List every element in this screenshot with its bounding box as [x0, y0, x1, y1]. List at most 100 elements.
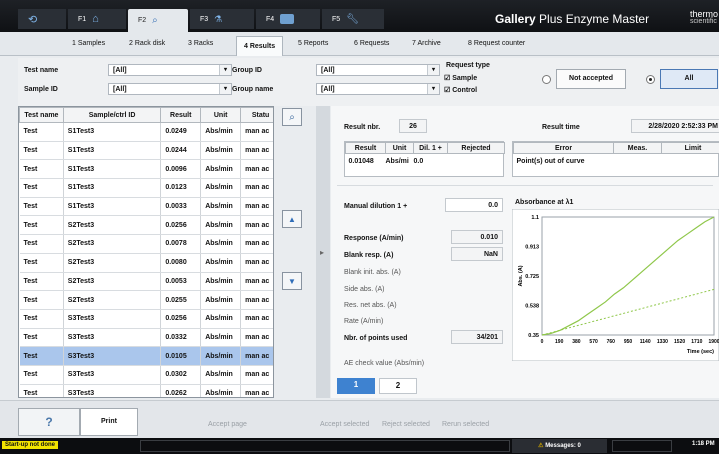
reject-selected-button[interactable]: Reject selected	[382, 421, 430, 428]
refresh-button[interactable]: ⟲	[18, 9, 66, 29]
table-cell: S3Test3	[63, 384, 162, 397]
table-row[interactable]: Test S2Test3 0.0255 Abs/min man ac	[19, 290, 273, 310]
table-row[interactable]: Test S1Test3 0.0249 Abs/min man ac	[19, 122, 273, 142]
search-icon[interactable]: ⌕	[282, 108, 302, 126]
x-tick-label: 380	[572, 339, 581, 345]
tab-bar: 1 Samples 2 Rack disk 3 Racks 4 Results …	[0, 32, 719, 56]
messages-button[interactable]: ⚠ Messages: 0	[512, 439, 607, 453]
chevron-down-icon: ▾	[427, 84, 439, 94]
table-cell: Abs/min	[200, 365, 242, 385]
error-meas	[614, 154, 662, 170]
f4-monitor-button[interactable]: F4	[256, 9, 320, 29]
column-header[interactable]: Result	[160, 107, 202, 123]
table-row[interactable]: Test S2Test3 0.0078 Abs/min man ac	[19, 234, 273, 254]
tab-archive[interactable]: 7 Archive	[412, 40, 441, 47]
app-title: Gallery Plus Enzyme Master	[495, 12, 650, 26]
sample-checkbox[interactable]: ☑ Sample	[444, 74, 477, 82]
f3-rack-button[interactable]: F3 ⚗	[190, 9, 254, 29]
x-tick-label: 0	[541, 339, 544, 345]
page-1-button[interactable]: 1	[337, 378, 375, 394]
table-cell: Abs/min	[200, 384, 242, 397]
table-row[interactable]: Test S1Test3 0.0123 Abs/min man ac	[19, 178, 273, 198]
blank-resp-field: NaN	[451, 247, 503, 261]
table-cell: S3Test3	[63, 309, 162, 329]
table-cell: 0.0256	[160, 309, 202, 329]
tab-reports[interactable]: 5 Reports	[298, 40, 328, 47]
tab-request-counter[interactable]: 8 Request counter	[468, 40, 525, 47]
result-subtable: Result Unit Dil. 1 + Rejected 0.01048 Ab…	[344, 141, 505, 177]
group-id-label: Group ID	[232, 67, 262, 74]
move-down-icon[interactable]: ▼	[282, 272, 302, 290]
tab-racks[interactable]: 3 Racks	[188, 40, 213, 47]
tab-results[interactable]: 4 Results	[236, 36, 284, 56]
print-button[interactable]: Print	[80, 408, 138, 436]
error-limit	[662, 154, 719, 170]
panel-splitter[interactable]: ▸	[316, 106, 330, 398]
manual-dilution-input[interactable]: 0.0	[445, 198, 503, 212]
table-row[interactable]: Test S2Test3 0.0053 Abs/min man ac	[19, 272, 273, 292]
control-checkbox[interactable]: ☑ Control	[444, 86, 477, 94]
table-row[interactable]: Test S1Test3 0.0033 Abs/min man ac	[19, 197, 273, 217]
y-tick-label: 0.913	[525, 244, 539, 250]
column-header[interactable]: Unit	[200, 107, 242, 123]
table-actions: ⌕ ▲ ▼	[280, 106, 310, 398]
tab-samples[interactable]: 1 Samples	[72, 40, 105, 47]
table-cell: S2Test3	[63, 272, 162, 292]
table-row[interactable]: Test S3Test3 0.0302 Abs/min man ac	[19, 365, 273, 385]
table-row[interactable]: Test S3Test3 0.0332 Abs/min man ac	[19, 328, 273, 348]
table-row[interactable]: Test S2Test3 0.0256 Abs/min man ac	[19, 215, 273, 236]
table-cell: Abs/min	[200, 159, 242, 180]
f1-home-button[interactable]: F1 ⌂	[68, 9, 126, 29]
f2-search-button[interactable]: F2 ⌕	[128, 9, 188, 32]
page-2-button[interactable]: 2	[379, 378, 417, 394]
table-cell: Test	[19, 234, 64, 254]
sample-id-select[interactable]: [All] ▾	[108, 83, 232, 95]
sample-id-label: Sample ID	[24, 86, 58, 93]
column-header: Result	[345, 142, 386, 154]
help-button[interactable]: ?	[18, 408, 80, 436]
accept-page-button[interactable]: Accept page	[208, 421, 247, 428]
column-header: Error	[513, 142, 614, 154]
y-tick-label: 0.725	[525, 274, 539, 280]
group-id-select[interactable]: [All] ▾	[316, 64, 440, 76]
table-row[interactable]: Test S1Test3 0.0096 Abs/min man ac	[19, 159, 273, 180]
all-button[interactable]: All	[660, 69, 718, 89]
blank-init-label: Blank init. abs. (A)	[344, 269, 401, 276]
not-accepted-button[interactable]: Not accepted	[556, 69, 626, 89]
column-header[interactable]: Test name	[19, 107, 64, 123]
table-cell: 0.0255	[160, 290, 202, 310]
tab-rack-disk[interactable]: 2 Rack disk	[129, 40, 165, 47]
rerun-selected-button[interactable]: Rerun selected	[442, 421, 489, 428]
table-cell: man ac	[240, 178, 273, 198]
search-icon: ⌕	[152, 15, 158, 26]
column-header[interactable]: Statu	[240, 107, 273, 123]
manual-dilution-label: Manual dilution 1 +	[344, 203, 408, 210]
tab-requests[interactable]: 6 Requests	[354, 40, 389, 47]
refresh-icon: ⟲	[28, 13, 38, 26]
sample-rack-icon: ⚗	[214, 13, 223, 24]
table-cell: man ac	[240, 253, 273, 273]
y-tick-label: 1.1	[531, 215, 539, 221]
column-header[interactable]: Sample/ctrl ID	[62, 107, 162, 123]
table-row[interactable]: Test S3Test3 0.0256 Abs/min man ac	[19, 309, 273, 329]
table-row[interactable]: Test S3Test3 0.0262 Abs/min man ac	[19, 384, 273, 397]
table-row[interactable]: Test S3Test3 0.0105 Abs/min man ac	[19, 346, 273, 366]
table-cell: man ac	[240, 346, 273, 366]
table-cell: 0.0078	[160, 234, 202, 254]
table-cell: S2Test3	[63, 234, 162, 254]
chevron-down-icon: ▾	[219, 65, 231, 75]
group-name-select[interactable]: [All] ▾	[316, 83, 440, 95]
table-cell: Abs/min	[200, 234, 242, 254]
test-name-select[interactable]: [All] ▾	[108, 64, 232, 76]
table-cell: 0.0080	[160, 253, 202, 273]
not-accepted-radio[interactable]	[542, 75, 551, 84]
table-cell: Abs/min	[200, 346, 242, 366]
error-subtable: Error Meas. Limit Point(s) out of curve	[512, 141, 719, 177]
accept-selected-button[interactable]: Accept selected	[320, 421, 369, 428]
table-cell: Test	[19, 253, 64, 273]
all-radio[interactable]	[646, 75, 655, 84]
f5-tools-button[interactable]: F5 🔧︎	[322, 9, 384, 29]
move-up-icon[interactable]: ▲	[282, 210, 302, 228]
table-row[interactable]: Test S1Test3 0.0244 Abs/min man ac	[19, 141, 273, 161]
table-row[interactable]: Test S2Test3 0.0080 Abs/min man ac	[19, 253, 273, 273]
